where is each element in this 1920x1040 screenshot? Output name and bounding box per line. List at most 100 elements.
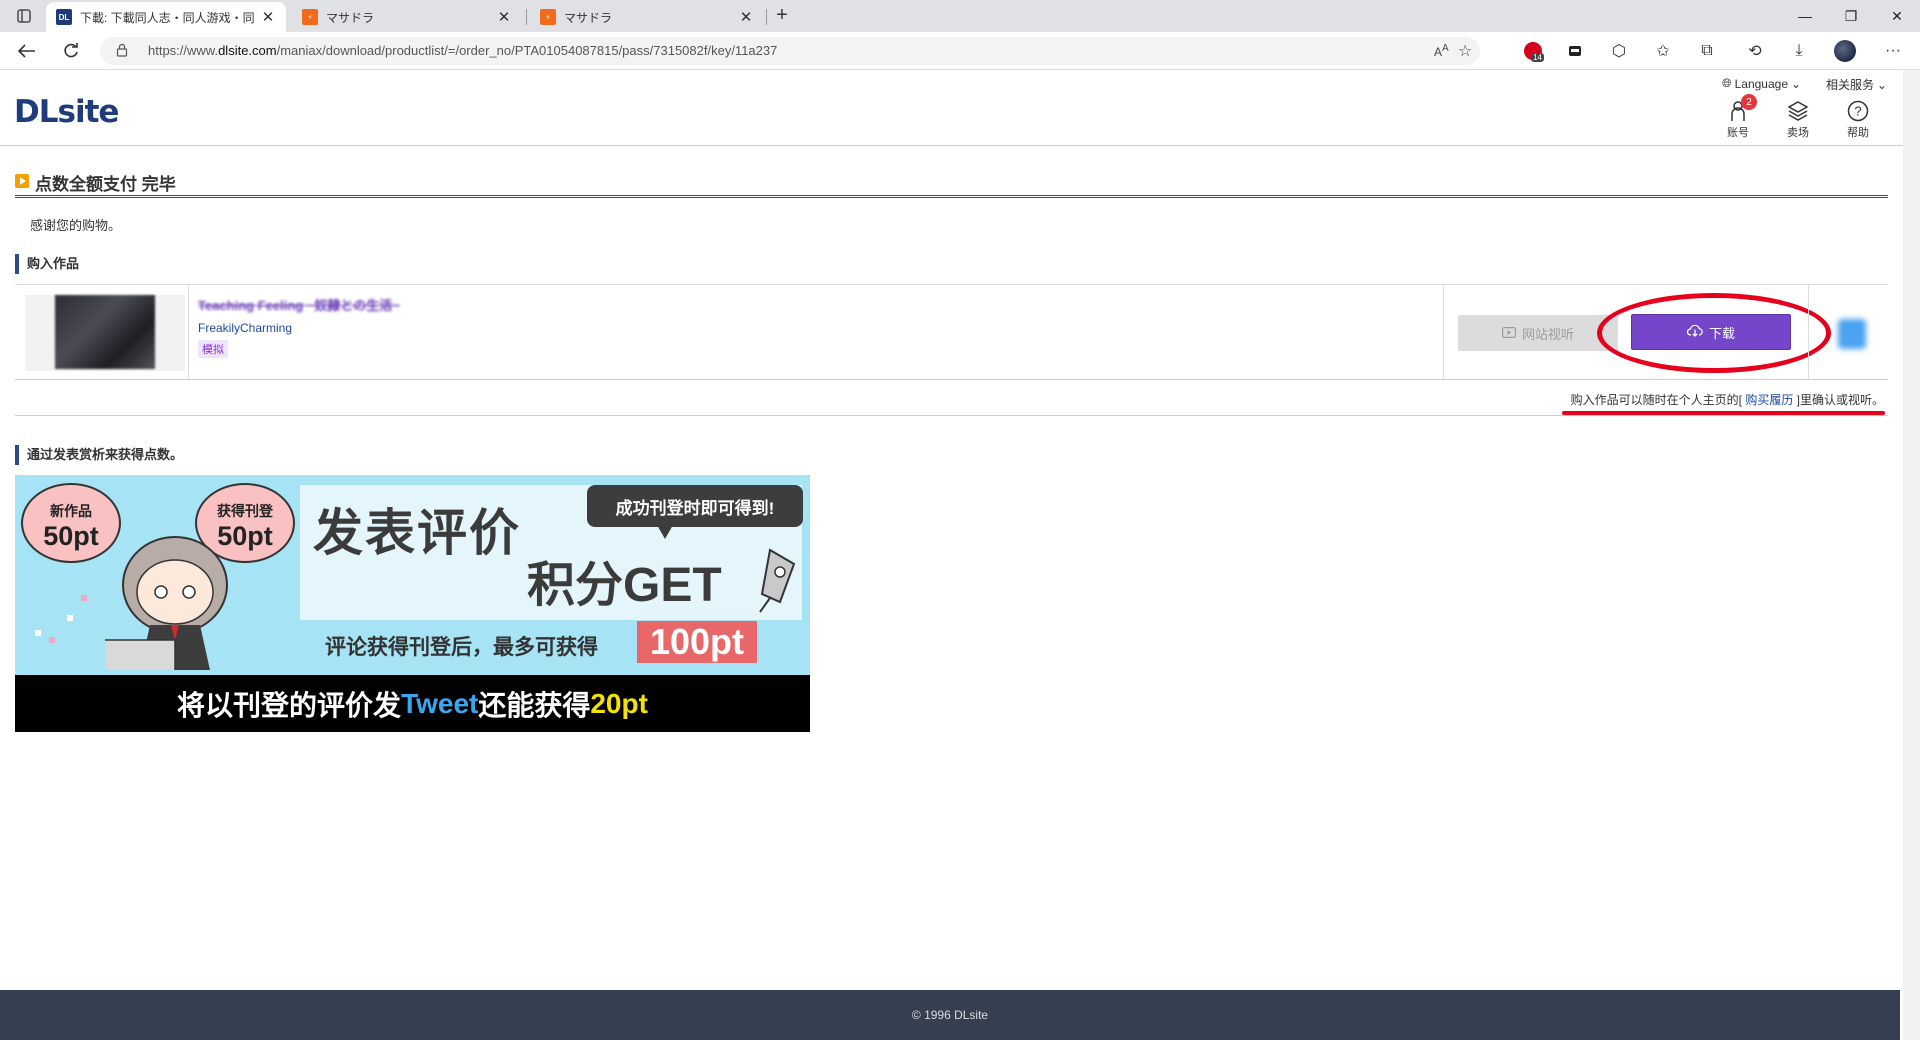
marketplace-nav[interactable]: 卖场 xyxy=(1773,98,1823,140)
play-marker-icon xyxy=(15,174,29,188)
page-title: 点数全额支付 完毕 xyxy=(15,170,1888,198)
tab-actions-icon[interactable] xyxy=(10,5,38,27)
tab-close-icon[interactable]: ✕ xyxy=(260,8,276,26)
help-nav[interactable]: ? 帮助 xyxy=(1833,98,1883,140)
extension-adblock-icon[interactable]: 14 xyxy=(1520,39,1546,63)
work-thumbnail[interactable] xyxy=(55,295,155,369)
decoration-dot xyxy=(49,637,55,643)
favorites-icon[interactable]: ✩ xyxy=(1650,39,1676,63)
banner-headline-1: 发表评价 xyxy=(313,505,521,561)
purchase-history-note: 购入作品可以随时在个人主页的[ 购买履历 ]里确认或视听。 xyxy=(1571,391,1884,408)
more-menu-icon[interactable]: ··· xyxy=(1880,39,1906,63)
decoration-dot xyxy=(35,630,41,636)
bubble-label: 获得刊登 xyxy=(217,503,273,519)
character-illustration xyxy=(105,536,228,670)
tab-close-icon[interactable]: ✕ xyxy=(496,8,512,26)
lock-icon[interactable] xyxy=(116,43,128,60)
tab-separator xyxy=(766,9,767,25)
window-close-icon[interactable]: ✕ xyxy=(1874,0,1920,32)
site-header: DLsite 🌐︎ Language ⌄ 相关服务 ⌄ 2 账号 卖场 ? 帮助 xyxy=(0,70,1920,146)
site-footer: © 1996 DLsite xyxy=(0,990,1900,1040)
banner-headline-2: 积分GET xyxy=(527,559,722,612)
cell-divider xyxy=(1443,285,1444,379)
tab-title: マサドラ xyxy=(564,10,613,25)
browser-tab-dlsite[interactable]: DL 下載: 下載同人志・同人游戏・同 ✕ xyxy=(46,2,286,32)
related-services-menu[interactable]: 相关服务 ⌄ xyxy=(1826,76,1887,93)
related-services-label: 相关服务 xyxy=(1826,78,1875,92)
minimize-icon[interactable]: — xyxy=(1782,0,1828,32)
help-icon: ? xyxy=(1833,98,1883,124)
add-favorite-icon[interactable]: ☆ xyxy=(1458,41,1472,61)
notification-badge: 2 xyxy=(1741,94,1757,110)
work-thumbnail-cell xyxy=(25,295,185,371)
purchased-heading: 购入作品 xyxy=(15,254,79,274)
profile-avatar-icon[interactable] xyxy=(1832,39,1858,63)
tab-close-icon[interactable]: ✕ xyxy=(738,8,754,26)
extensions-puzzle-icon[interactable]: ⬡ xyxy=(1606,39,1632,63)
work-title[interactable]: Teaching Feeling ~奴隷との生活~ xyxy=(198,295,400,314)
purchased-work-row: Teaching Feeling ~奴隷との生活~ FreakilyCharmi… xyxy=(15,284,1888,380)
tweet-strip-prefix: 将以刊登的评价发 xyxy=(177,689,402,721)
sample-preview-button[interactable]: 网站视听 xyxy=(1458,315,1618,351)
collections-icon[interactable]: ⧉ xyxy=(1694,39,1720,63)
work-maker-link[interactable]: FreakilyCharming xyxy=(198,321,292,335)
note-prefix: 购入作品可以随时在个人主页的[ xyxy=(1570,393,1746,407)
note-suffix: ]里确认或视听。 xyxy=(1793,393,1884,407)
thanks-message: 感谢您的购物。 xyxy=(30,218,122,233)
browser-tab-strip: DL 下載: 下載同人志・同人游戏・同 ✕ ⚡ マサドラ ✕ ⚡ マサドラ ✕ … xyxy=(0,0,1920,32)
help-label: 帮助 xyxy=(1847,127,1869,139)
work-genre-tag: 模拟 xyxy=(198,340,228,358)
browser-toolbar: https://www.dlsite.com/maniax/download/p… xyxy=(0,32,1920,70)
tweet-points: 20pt xyxy=(590,687,648,719)
decoration-dot xyxy=(67,615,73,621)
chevron-down-icon: ⌄ xyxy=(1791,76,1802,91)
copyright-text: © 1996 DLsite xyxy=(911,1008,989,1022)
banner-tweet-strip: 将以刊登的评价发 Tweet 还能获得 20pt xyxy=(15,675,810,732)
decoration-dot xyxy=(81,595,87,601)
page-title-text: 点数全额支付 完毕 xyxy=(35,175,176,194)
masadora-favicon-icon: ⚡ xyxy=(540,9,556,25)
page-scrollbar[interactable] xyxy=(1903,70,1920,1040)
marketplace-label: 卖场 xyxy=(1787,127,1809,139)
new-tab-icon[interactable]: + xyxy=(770,4,794,27)
section-divider xyxy=(15,415,1888,416)
cell-divider xyxy=(1808,285,1809,379)
back-icon[interactable] xyxy=(14,39,40,63)
tweet-strip-middle: 还能获得 xyxy=(478,689,591,721)
tweet-word: Tweet xyxy=(401,687,479,719)
video-play-icon xyxy=(1501,326,1516,341)
pen-tablet-icon xyxy=(759,548,796,613)
sample-preview-label: 网站视听 xyxy=(1521,326,1574,342)
banner-speech-bubble: 成功刊登时即可得到! xyxy=(587,485,803,539)
language-selector[interactable]: 🌐︎ Language ⌄ xyxy=(1722,76,1801,91)
dlsite-logo[interactable]: DLsite xyxy=(14,94,119,130)
layers-icon xyxy=(1773,98,1823,124)
extension-icon[interactable] xyxy=(1562,39,1588,63)
account-nav[interactable]: 2 账号 xyxy=(1713,94,1763,140)
read-aloud-icon[interactable]: AA xyxy=(1434,43,1449,59)
bubble-label: 新作品 xyxy=(50,503,92,519)
dlsite-favicon-icon: DL xyxy=(56,9,72,25)
browser-tab-masadora-2[interactable]: ⚡ マサドラ ✕ xyxy=(530,2,764,32)
review-campaign-banner[interactable]: 新作品 50pt 获得刊登 50pt 发表评价 积分GET 成功刊登时即可得到!… xyxy=(15,475,810,732)
url-text: https://www.dlsite.com/maniax/download/p… xyxy=(148,43,778,58)
annotation-red-circle xyxy=(1597,293,1831,373)
review-points-heading: 通过发表赏析来获得点数。 xyxy=(15,445,183,465)
tab-separator xyxy=(526,9,527,25)
browser-tab-masadora-1[interactable]: ⚡ マサドラ ✕ xyxy=(292,2,522,32)
banner-subline: 评论获得刊登后，最多可获得 xyxy=(325,636,598,659)
svg-text:?: ? xyxy=(1854,104,1861,119)
account-label: 账号 xyxy=(1727,127,1749,139)
tab-title: 下載: 下載同人志・同人游戏・同 xyxy=(80,10,254,25)
refresh-icon[interactable] xyxy=(58,39,84,63)
blurred-action-icon[interactable] xyxy=(1838,319,1866,349)
history-icon[interactable]: ⟲ xyxy=(1742,39,1768,63)
address-bar[interactable]: https://www.dlsite.com/maniax/download/p… xyxy=(100,37,1480,65)
restore-icon[interactable]: ❐ xyxy=(1828,0,1874,32)
cell-divider xyxy=(188,285,189,379)
account-icon: 2 xyxy=(1713,94,1763,124)
downloads-icon[interactable]: ⤓ xyxy=(1786,39,1812,63)
purchase-history-link[interactable]: 购买履历 xyxy=(1745,393,1793,407)
globe-icon: 🌐︎ xyxy=(1722,76,1732,90)
masadora-favicon-icon: ⚡ xyxy=(302,9,318,25)
